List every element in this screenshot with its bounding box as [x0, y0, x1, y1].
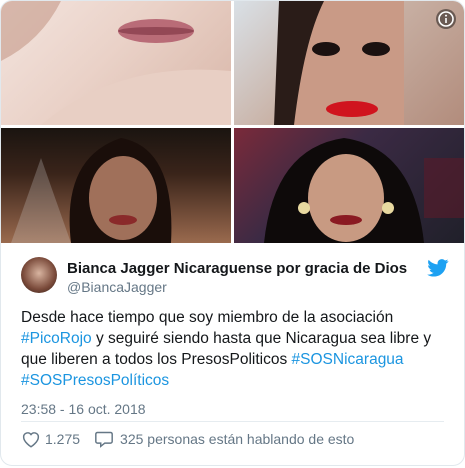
- author-handle[interactable]: @BiancaJagger: [67, 279, 167, 295]
- tweet-card: Bianca Jagger Nicaraguense por gracia de…: [0, 0, 465, 466]
- like-count: 1.275: [45, 431, 81, 447]
- author-name[interactable]: Bianca Jagger Nicaraguense por gracia de…: [67, 260, 407, 277]
- avatar[interactable]: [21, 257, 57, 293]
- conversation-text: 325 personas están hablando de esto: [120, 431, 355, 447]
- timestamp[interactable]: 23:58 - 16 oct. 2018: [21, 401, 146, 417]
- photo-2[interactable]: [234, 1, 464, 125]
- photo-3-art: [11, 138, 172, 243]
- info-icon[interactable]: [436, 9, 456, 29]
- hashtag-picorojo[interactable]: #PicoRojo: [21, 330, 92, 347]
- photo-4[interactable]: [234, 128, 464, 243]
- twitter-bird-icon[interactable]: [427, 259, 449, 277]
- tweet-text: Desde hace tiempo que soy miembro de la …: [21, 307, 446, 391]
- reply-action[interactable]: 325 personas están hablando de esto: [94, 430, 354, 448]
- tweet-actions: 1.275 325 personas están hablando de est…: [21, 428, 354, 450]
- photo-1[interactable]: [1, 1, 231, 125]
- divider: [21, 421, 444, 422]
- tweet-header: Bianca Jagger Nicaraguense por gracia de…: [21, 257, 449, 297]
- media-grid[interactable]: [1, 1, 464, 243]
- photo-2-art: [274, 1, 404, 125]
- like-action[interactable]: 1.275: [21, 430, 80, 448]
- photo-3[interactable]: [1, 128, 231, 243]
- heart-icon: [22, 432, 40, 448]
- photo-4-art: [264, 138, 464, 243]
- photo-1-art: [1, 1, 231, 125]
- tweet-text-1: Desde hace tiempo que soy miembro de la …: [21, 309, 394, 326]
- hashtag-sospresospoliticos[interactable]: #SOSPresosPolíticos: [21, 372, 169, 389]
- speech-bubble-icon: [95, 431, 113, 448]
- hashtag-sosnicaragua[interactable]: #SOSNicaragua: [292, 351, 404, 368]
